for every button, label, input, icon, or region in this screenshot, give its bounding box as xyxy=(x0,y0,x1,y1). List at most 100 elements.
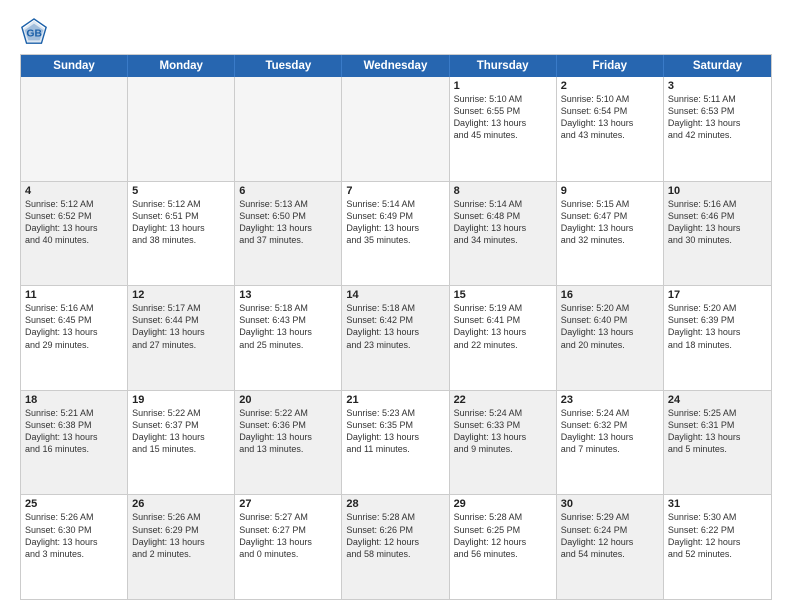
cell-info: Sunrise: 5:16 AM Sunset: 6:45 PM Dayligh… xyxy=(25,302,123,351)
cell-info: Sunrise: 5:10 AM Sunset: 6:55 PM Dayligh… xyxy=(454,93,552,142)
svg-text:GB: GB xyxy=(27,29,42,40)
day-number: 9 xyxy=(561,185,659,197)
day-number: 21 xyxy=(346,394,444,406)
day-number: 3 xyxy=(668,80,767,92)
day-number: 22 xyxy=(454,394,552,406)
cell-info: Sunrise: 5:10 AM Sunset: 6:54 PM Dayligh… xyxy=(561,93,659,142)
calendar-row-2: 11Sunrise: 5:16 AM Sunset: 6:45 PM Dayli… xyxy=(21,285,771,390)
day-cell-6: 6Sunrise: 5:13 AM Sunset: 6:50 PM Daylig… xyxy=(235,182,342,286)
cell-info: Sunrise: 5:22 AM Sunset: 6:37 PM Dayligh… xyxy=(132,407,230,456)
day-cell-28: 28Sunrise: 5:28 AM Sunset: 6:26 PM Dayli… xyxy=(342,495,449,599)
day-number: 25 xyxy=(25,498,123,510)
cell-info: Sunrise: 5:27 AM Sunset: 6:27 PM Dayligh… xyxy=(239,511,337,560)
cell-info: Sunrise: 5:26 AM Sunset: 6:30 PM Dayligh… xyxy=(25,511,123,560)
cell-info: Sunrise: 5:24 AM Sunset: 6:33 PM Dayligh… xyxy=(454,407,552,456)
cell-info: Sunrise: 5:14 AM Sunset: 6:49 PM Dayligh… xyxy=(346,198,444,247)
day-number: 7 xyxy=(346,185,444,197)
day-cell-12: 12Sunrise: 5:17 AM Sunset: 6:44 PM Dayli… xyxy=(128,286,235,390)
empty-cell-0-0 xyxy=(21,77,128,181)
cell-info: Sunrise: 5:19 AM Sunset: 6:41 PM Dayligh… xyxy=(454,302,552,351)
day-number: 29 xyxy=(454,498,552,510)
cell-info: Sunrise: 5:18 AM Sunset: 6:42 PM Dayligh… xyxy=(346,302,444,351)
day-number: 1 xyxy=(454,80,552,92)
day-cell-27: 27Sunrise: 5:27 AM Sunset: 6:27 PM Dayli… xyxy=(235,495,342,599)
calendar-row-3: 18Sunrise: 5:21 AM Sunset: 6:38 PM Dayli… xyxy=(21,390,771,495)
cell-info: Sunrise: 5:11 AM Sunset: 6:53 PM Dayligh… xyxy=(668,93,767,142)
calendar: SundayMondayTuesdayWednesdayThursdayFrid… xyxy=(20,54,772,600)
day-cell-24: 24Sunrise: 5:25 AM Sunset: 6:31 PM Dayli… xyxy=(664,391,771,495)
day-number: 23 xyxy=(561,394,659,406)
day-cell-14: 14Sunrise: 5:18 AM Sunset: 6:42 PM Dayli… xyxy=(342,286,449,390)
day-cell-10: 10Sunrise: 5:16 AM Sunset: 6:46 PM Dayli… xyxy=(664,182,771,286)
day-number: 28 xyxy=(346,498,444,510)
header-day-friday: Friday xyxy=(557,55,664,77)
day-cell-1: 1Sunrise: 5:10 AM Sunset: 6:55 PM Daylig… xyxy=(450,77,557,181)
calendar-header: SundayMondayTuesdayWednesdayThursdayFrid… xyxy=(21,55,771,77)
empty-cell-0-3 xyxy=(342,77,449,181)
cell-info: Sunrise: 5:13 AM Sunset: 6:50 PM Dayligh… xyxy=(239,198,337,247)
cell-info: Sunrise: 5:20 AM Sunset: 6:40 PM Dayligh… xyxy=(561,302,659,351)
header-day-tuesday: Tuesday xyxy=(235,55,342,77)
cell-info: Sunrise: 5:15 AM Sunset: 6:47 PM Dayligh… xyxy=(561,198,659,247)
day-cell-17: 17Sunrise: 5:20 AM Sunset: 6:39 PM Dayli… xyxy=(664,286,771,390)
cell-info: Sunrise: 5:21 AM Sunset: 6:38 PM Dayligh… xyxy=(25,407,123,456)
calendar-row-0: 1Sunrise: 5:10 AM Sunset: 6:55 PM Daylig… xyxy=(21,77,771,181)
day-number: 8 xyxy=(454,185,552,197)
day-cell-22: 22Sunrise: 5:24 AM Sunset: 6:33 PM Dayli… xyxy=(450,391,557,495)
day-cell-2: 2Sunrise: 5:10 AM Sunset: 6:54 PM Daylig… xyxy=(557,77,664,181)
day-number: 17 xyxy=(668,289,767,301)
cell-info: Sunrise: 5:26 AM Sunset: 6:29 PM Dayligh… xyxy=(132,511,230,560)
day-number: 27 xyxy=(239,498,337,510)
day-number: 11 xyxy=(25,289,123,301)
cell-info: Sunrise: 5:29 AM Sunset: 6:24 PM Dayligh… xyxy=(561,511,659,560)
header-day-wednesday: Wednesday xyxy=(342,55,449,77)
cell-info: Sunrise: 5:16 AM Sunset: 6:46 PM Dayligh… xyxy=(668,198,767,247)
day-cell-8: 8Sunrise: 5:14 AM Sunset: 6:48 PM Daylig… xyxy=(450,182,557,286)
day-number: 24 xyxy=(668,394,767,406)
day-cell-9: 9Sunrise: 5:15 AM Sunset: 6:47 PM Daylig… xyxy=(557,182,664,286)
day-cell-18: 18Sunrise: 5:21 AM Sunset: 6:38 PM Dayli… xyxy=(21,391,128,495)
cell-info: Sunrise: 5:12 AM Sunset: 6:51 PM Dayligh… xyxy=(132,198,230,247)
page: GB SundayMondayTuesdayWednesdayThursdayF… xyxy=(0,0,792,612)
cell-info: Sunrise: 5:12 AM Sunset: 6:52 PM Dayligh… xyxy=(25,198,123,247)
empty-cell-0-1 xyxy=(128,77,235,181)
cell-info: Sunrise: 5:28 AM Sunset: 6:25 PM Dayligh… xyxy=(454,511,552,560)
day-cell-19: 19Sunrise: 5:22 AM Sunset: 6:37 PM Dayli… xyxy=(128,391,235,495)
day-cell-13: 13Sunrise: 5:18 AM Sunset: 6:43 PM Dayli… xyxy=(235,286,342,390)
day-cell-16: 16Sunrise: 5:20 AM Sunset: 6:40 PM Dayli… xyxy=(557,286,664,390)
day-cell-21: 21Sunrise: 5:23 AM Sunset: 6:35 PM Dayli… xyxy=(342,391,449,495)
header-day-sunday: Sunday xyxy=(21,55,128,77)
header: GB xyxy=(20,18,772,46)
day-cell-3: 3Sunrise: 5:11 AM Sunset: 6:53 PM Daylig… xyxy=(664,77,771,181)
logo-icon: GB xyxy=(20,18,48,46)
day-cell-26: 26Sunrise: 5:26 AM Sunset: 6:29 PM Dayli… xyxy=(128,495,235,599)
day-cell-5: 5Sunrise: 5:12 AM Sunset: 6:51 PM Daylig… xyxy=(128,182,235,286)
day-number: 20 xyxy=(239,394,337,406)
day-cell-30: 30Sunrise: 5:29 AM Sunset: 6:24 PM Dayli… xyxy=(557,495,664,599)
cell-info: Sunrise: 5:17 AM Sunset: 6:44 PM Dayligh… xyxy=(132,302,230,351)
day-number: 10 xyxy=(668,185,767,197)
cell-info: Sunrise: 5:18 AM Sunset: 6:43 PM Dayligh… xyxy=(239,302,337,351)
logo: GB xyxy=(20,18,52,46)
cell-info: Sunrise: 5:28 AM Sunset: 6:26 PM Dayligh… xyxy=(346,511,444,560)
day-number: 16 xyxy=(561,289,659,301)
day-number: 5 xyxy=(132,185,230,197)
day-number: 4 xyxy=(25,185,123,197)
calendar-row-4: 25Sunrise: 5:26 AM Sunset: 6:30 PM Dayli… xyxy=(21,494,771,599)
day-cell-25: 25Sunrise: 5:26 AM Sunset: 6:30 PM Dayli… xyxy=(21,495,128,599)
calendar-body: 1Sunrise: 5:10 AM Sunset: 6:55 PM Daylig… xyxy=(21,77,771,599)
cell-info: Sunrise: 5:24 AM Sunset: 6:32 PM Dayligh… xyxy=(561,407,659,456)
day-number: 12 xyxy=(132,289,230,301)
day-cell-15: 15Sunrise: 5:19 AM Sunset: 6:41 PM Dayli… xyxy=(450,286,557,390)
header-day-thursday: Thursday xyxy=(450,55,557,77)
day-number: 18 xyxy=(25,394,123,406)
cell-info: Sunrise: 5:25 AM Sunset: 6:31 PM Dayligh… xyxy=(668,407,767,456)
cell-info: Sunrise: 5:14 AM Sunset: 6:48 PM Dayligh… xyxy=(454,198,552,247)
day-number: 26 xyxy=(132,498,230,510)
day-cell-4: 4Sunrise: 5:12 AM Sunset: 6:52 PM Daylig… xyxy=(21,182,128,286)
day-number: 19 xyxy=(132,394,230,406)
cell-info: Sunrise: 5:22 AM Sunset: 6:36 PM Dayligh… xyxy=(239,407,337,456)
day-number: 15 xyxy=(454,289,552,301)
empty-cell-0-2 xyxy=(235,77,342,181)
day-number: 13 xyxy=(239,289,337,301)
